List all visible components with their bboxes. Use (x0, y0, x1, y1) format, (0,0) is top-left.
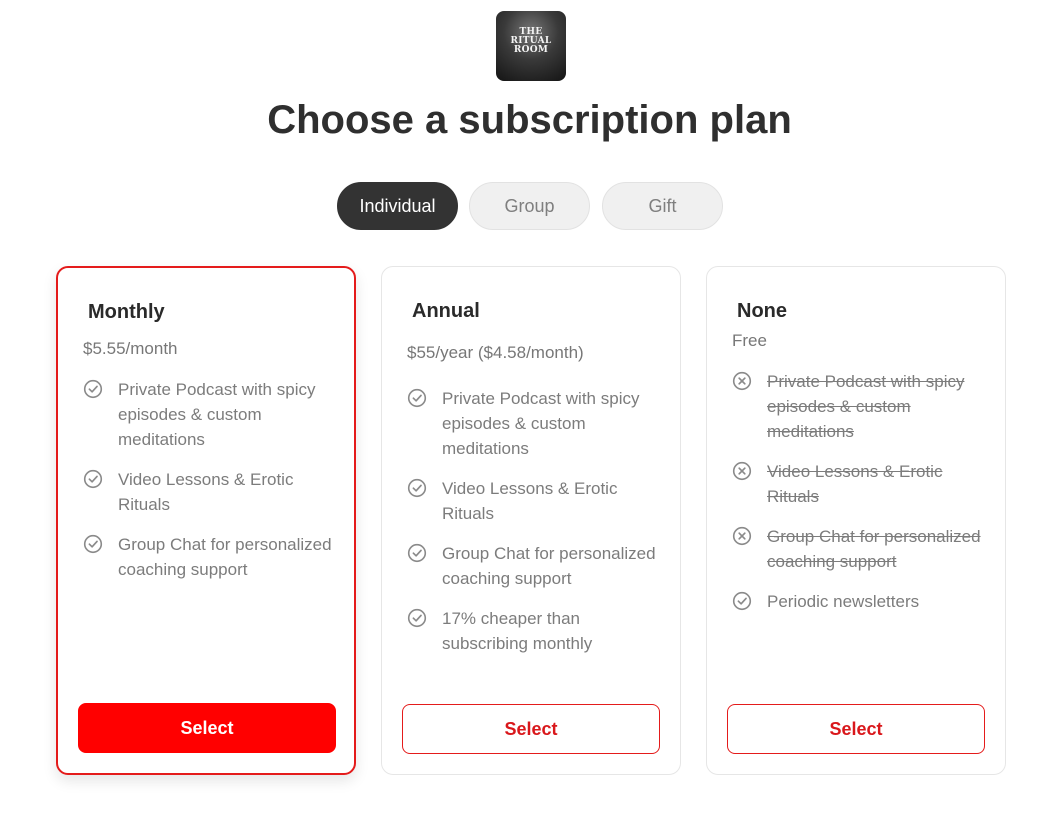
feature-text: Video Lessons & Erotic Rituals (442, 479, 618, 523)
feature-text: Private Podcast with spicy episodes & cu… (442, 389, 640, 458)
plan-card-monthly[interactable]: Monthly $5.55/month Private Podcast with… (56, 266, 356, 775)
feature-text: Group Chat for personalized coaching sup… (767, 527, 981, 571)
check-circle-icon (83, 534, 103, 554)
plan-price: $55/year ($4.58/month) (407, 343, 584, 362)
feature-item: Private Podcast with spicy episodes & cu… (732, 369, 993, 444)
feature-item: Private Podcast with spicy episodes & cu… (407, 386, 668, 461)
x-circle-icon (732, 371, 752, 391)
plan-price: Free (732, 331, 767, 350)
tab-group[interactable]: Group (469, 182, 590, 230)
check-circle-icon (407, 608, 427, 628)
feature-text: Video Lessons & Erotic Rituals (118, 470, 294, 514)
select-monthly-button[interactable]: Select (78, 703, 336, 753)
plan-name: Annual (412, 300, 480, 322)
feature-list: Private Podcast with spicy episodes & cu… (83, 377, 342, 597)
select-none-button[interactable]: Select (727, 704, 985, 754)
feature-item: Periodic newsletters (732, 589, 993, 614)
plan-price: $5.55/month (83, 339, 178, 358)
feature-text: 17% cheaper than subscribing monthly (442, 609, 593, 653)
check-circle-icon (83, 469, 103, 489)
feature-list: Private Podcast with spicy episodes & cu… (732, 369, 993, 629)
x-circle-icon (732, 526, 752, 546)
feature-text: Private Podcast with spicy episodes & cu… (118, 380, 316, 449)
check-circle-icon (407, 478, 427, 498)
check-circle-icon (83, 379, 103, 399)
x-circle-icon (732, 461, 752, 481)
feature-item: Video Lessons & Erotic Rituals (407, 476, 668, 526)
feature-item: Video Lessons & Erotic Rituals (83, 467, 342, 517)
brand-logo: THE RITUAL ROOM (496, 11, 566, 81)
plan-card-annual[interactable]: Annual $55/year ($4.58/month) Private Po… (381, 266, 681, 775)
select-annual-button[interactable]: Select (402, 704, 660, 754)
feature-text: Private Podcast with spicy episodes & cu… (767, 372, 965, 441)
feature-text: Group Chat for personalized coaching sup… (442, 544, 656, 588)
feature-item: Group Chat for personalized coaching sup… (732, 524, 993, 574)
logo-text: THE RITUAL ROOM (496, 28, 566, 55)
feature-item: Video Lessons & Erotic Rituals (732, 459, 993, 509)
check-circle-icon (407, 388, 427, 408)
feature-text: Group Chat for personalized coaching sup… (118, 535, 332, 579)
tab-individual[interactable]: Individual (337, 182, 458, 230)
plan-card-none[interactable]: None Free Private Podcast with spicy epi… (706, 266, 1006, 775)
plan-name: None (737, 300, 787, 322)
tab-gift[interactable]: Gift (602, 182, 723, 230)
feature-item: Private Podcast with spicy episodes & cu… (83, 377, 342, 452)
check-circle-icon (732, 591, 752, 611)
feature-list: Private Podcast with spicy episodes & cu… (407, 386, 668, 671)
feature-item: 17% cheaper than subscribing monthly (407, 606, 668, 656)
feature-text: Periodic newsletters (767, 592, 920, 611)
feature-item: Group Chat for personalized coaching sup… (83, 532, 342, 582)
feature-item: Group Chat for personalized coaching sup… (407, 541, 668, 591)
page-title: Choose a subscription plan (267, 98, 792, 142)
logo-line: ROOM (513, 45, 549, 55)
plan-name: Monthly (88, 301, 165, 323)
feature-text: Video Lessons & Erotic Rituals (767, 462, 943, 506)
check-circle-icon (407, 543, 427, 563)
